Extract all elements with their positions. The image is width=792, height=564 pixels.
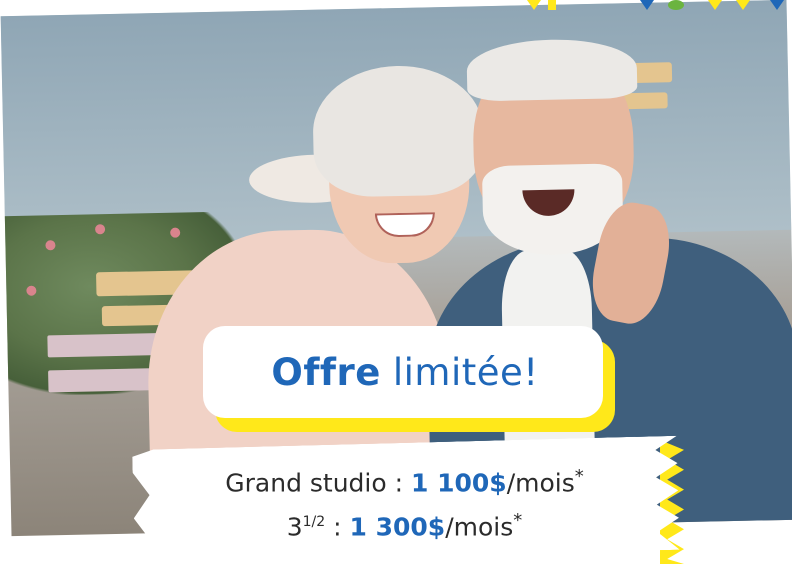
headline-rest: limitée! <box>392 350 539 394</box>
price-line-studio: Grand studio : 1 100$/mois* <box>132 466 677 497</box>
unit-separator: : <box>333 512 342 542</box>
price-period: /mois <box>506 468 575 498</box>
asterisk: * <box>574 466 584 487</box>
headline-badge: Offre limitée! <box>203 326 603 418</box>
asterisk: * <box>513 510 523 531</box>
price-panel <box>132 436 680 564</box>
price-period: /mois <box>445 512 514 542</box>
price-amount: 1 300$ <box>349 512 446 542</box>
bar-decoration-icon <box>548 0 556 10</box>
headline-bold-word: Offre <box>271 350 381 394</box>
unit-label-base: 3 <box>286 512 303 542</box>
unit-label-superscript: 1/2 <box>302 514 326 530</box>
woman-hair <box>311 64 485 198</box>
unit-label: Grand studio : <box>225 468 404 498</box>
circle-decoration-icon <box>668 0 684 10</box>
price-line-3-and-half: 31/2 : 1 300$/mois* <box>132 510 677 541</box>
price-amount: 1 100$ <box>411 468 507 498</box>
